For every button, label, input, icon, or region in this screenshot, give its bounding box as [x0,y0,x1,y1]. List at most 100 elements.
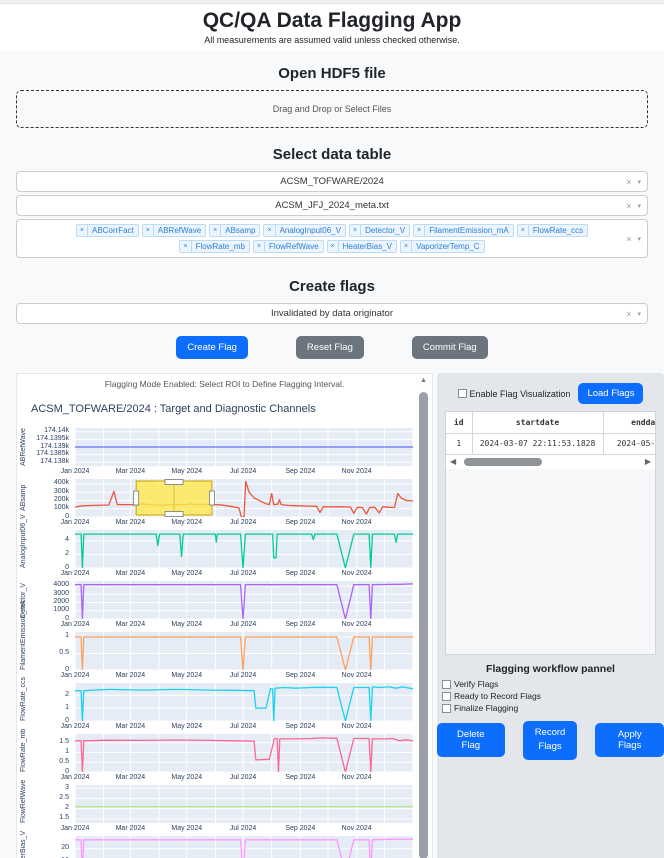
y-tick-label: 174.1395k [36,435,69,442]
x-tick-label: Jul 2024 [230,825,256,832]
clear-icon[interactable]: × [626,309,631,319]
roi-resize-handle[interactable] [165,512,183,517]
x-tick-label: Jan 2024 [61,570,90,577]
remove-tag-icon[interactable]: × [401,241,412,252]
flag-type-dropdown[interactable]: Invalidated by data originator × ▾ [16,303,648,324]
plot-area[interactable] [75,581,413,619]
y-tick-label: 1000 [53,606,69,613]
file-drop-zone[interactable]: Drag and Drop or Select Files [16,90,648,128]
remove-tag-icon[interactable]: × [210,225,221,236]
chevron-down-icon[interactable]: ▾ [637,202,641,210]
table-cell: 1 [446,433,472,454]
x-tick-label: Jan 2024 [61,825,90,832]
enable-flag-viz-row[interactable]: Enable Flag Visualization [458,389,571,399]
clear-icon[interactable]: × [626,201,631,211]
flag-panel-background: Enable Flag Visualization Load Flags ids… [437,373,664,858]
scroll-right-icon[interactable]: ▶ [645,457,651,466]
x-tick-label: Jul 2024 [230,570,256,577]
x-tick-label: Mar 2024 [116,519,146,526]
x-tick-label: Sep 2024 [285,621,315,628]
channels-multiselect[interactable]: ×ABCorrFact×ABRefWave×ABsamp×AnalogInput… [16,219,648,258]
table-row[interactable]: 12024-03-07 22:11:53.18282024-05-28 17 [446,433,656,454]
roi-resize-handle[interactable] [134,491,139,505]
remove-tag-icon[interactable]: × [414,225,425,236]
x-tick-label: Nov 2024 [342,621,372,628]
workflow-checkbox-row[interactable]: Ready to Record Flags [442,691,541,701]
remove-tag-icon[interactable]: × [264,225,275,236]
plot-vertical-scrollbar[interactable]: ▲ ▼ [416,376,431,858]
remove-tag-icon[interactable]: × [254,241,265,252]
plot-area[interactable] [75,785,413,823]
x-tick-label: Nov 2024 [342,570,372,577]
y-tick-label: 0.5 [59,649,69,656]
y-tick-label: 4 [65,536,69,543]
y-tick-labels: 10.50 [30,632,73,670]
clear-icon[interactable]: × [626,234,631,244]
scroll-left-icon[interactable]: ◀ [450,457,456,466]
channel-tag-label: VaporizerTemp_C [412,241,483,252]
channel-tags: ×ABCorrFact×ABRefWave×ABsamp×AnalogInput… [51,220,613,257]
chevron-down-icon[interactable]: ▾ [637,235,641,243]
channel-tag: ×ABRefWave [142,224,206,237]
reset-flag-button[interactable]: Reset Flag [296,336,364,359]
enable-flag-viz-checkbox[interactable] [458,389,467,398]
workflow-checkbox[interactable] [442,692,451,701]
remove-tag-icon[interactable]: × [328,241,339,252]
x-tick-label: Mar 2024 [116,723,146,730]
chevron-down-icon[interactable]: ▾ [637,178,641,186]
y-tick-label: 1 [65,632,69,639]
clear-icon[interactable]: × [626,177,631,187]
y-tick-label: 20 [61,844,69,851]
channel-tag-label: AnalogInput06_V [276,225,345,236]
group-dropdown[interactable]: ACSM_TOFWARE/2024 × ▾ [16,171,648,192]
channel-tag: ×HeaterBias_V [327,240,397,253]
table-dropdown[interactable]: ACSM_JFJ_2024_meta.txt × ▾ [16,195,648,216]
x-tick-label: Jan 2024 [61,621,90,628]
roi-resize-handle[interactable] [165,480,183,485]
scrollbar-thumb[interactable] [464,458,542,466]
x-tick-label: Nov 2024 [342,519,372,526]
chevron-down-icon[interactable]: ▾ [637,310,641,318]
plot-area[interactable] [75,683,413,721]
remove-tag-icon[interactable]: × [350,225,361,236]
delete-flag-button[interactable]: Delete Flag [437,723,505,757]
plot-area[interactable] [75,530,413,568]
x-tick-label: Jul 2024 [230,723,256,730]
workflow-checkbox-row[interactable]: Finalize Flagging [442,703,541,713]
x-tick-label: Mar 2024 [116,672,146,679]
plot-area[interactable] [75,632,413,670]
workflow-checkbox[interactable] [442,704,451,713]
app-subtitle: All measurements are assumed valid unles… [0,35,664,45]
y-tick-label: 1 [65,748,69,755]
plot-area[interactable] [75,479,413,517]
roi-resize-handle[interactable] [209,491,214,505]
select-table-heading: Select data table [0,146,664,163]
channel-tag-label: FlowRefWave [265,241,323,252]
x-tick-label: Sep 2024 [285,723,315,730]
workflow-checkbox-row[interactable]: Verify Flags [442,679,541,689]
plot-area[interactable] [75,836,413,858]
channel-tag: ×ABCorrFact [76,224,139,237]
y-tick-labels: 20100 [30,836,73,858]
plot-area[interactable] [75,734,413,772]
y-tick-label: 2 [65,804,69,811]
create-flag-button[interactable]: Create Flag [176,336,248,359]
y-tick-label: 3000 [53,590,69,597]
load-flags-button[interactable]: Load Flags [578,383,643,404]
commit-flag-button[interactable]: Commit Flag [412,336,488,359]
scroll-up-icon[interactable]: ▲ [416,377,431,384]
scrollbar-thumb[interactable] [419,392,428,858]
workflow-checkbox[interactable] [442,680,451,689]
remove-tag-icon[interactable]: × [180,241,191,252]
remove-tag-icon[interactable]: × [143,225,154,236]
roi-selection-box[interactable] [134,480,215,517]
record-flags-button[interactable]: Record Flags [523,721,578,760]
x-tick-label: May 2024 [171,570,202,577]
plot-area[interactable] [75,428,413,466]
x-tick-label: May 2024 [171,723,202,730]
remove-tag-icon[interactable]: × [518,225,529,236]
table-horizontal-scrollbar[interactable]: ◀ ▶ [446,455,655,469]
apply-flags-button[interactable]: Apply Flags [595,723,664,757]
subplot-FlowRefWave: FlowRefWave32.521.5Jan 2024Mar 2024May 2… [17,785,417,836]
remove-tag-icon[interactable]: × [77,225,88,236]
